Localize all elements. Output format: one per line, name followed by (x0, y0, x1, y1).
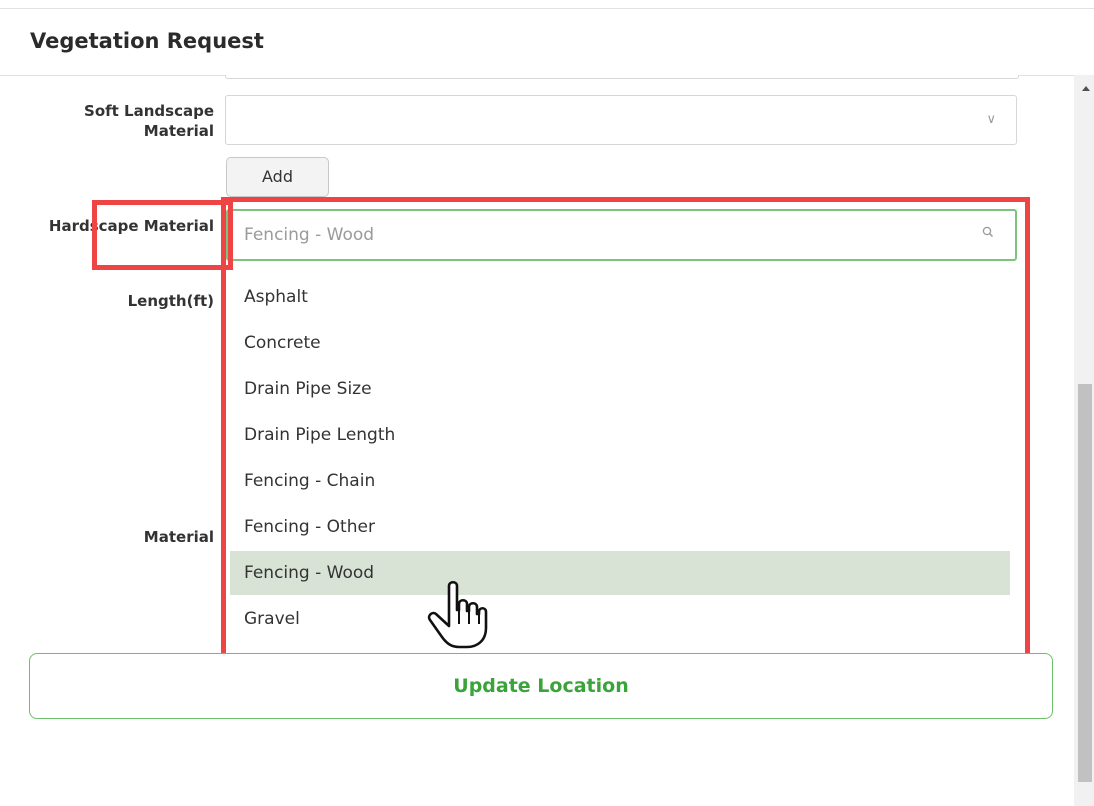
resize-grip-icon[interactable]: // (1003, 75, 1014, 76)
chevron-down-icon: ∨ (986, 112, 996, 127)
page-title: Vegetation Request (30, 29, 264, 53)
hardscape-dropdown-list: Asphalt Concrete Drain Pipe Size Drain P… (230, 273, 1014, 693)
hardscape-material-input[interactable]: Fencing - Wood (226, 209, 1017, 261)
dropdown-option-fencing-other[interactable]: Fencing - Other (230, 505, 1010, 549)
scroll-up-arrow-icon[interactable] (1082, 86, 1090, 91)
add-button[interactable]: Add (226, 157, 329, 197)
dropdown-option-gravel[interactable]: Gravel (230, 597, 1010, 641)
dropdown-option-drain-pipe-size[interactable]: Drain Pipe Size (230, 367, 1010, 411)
dropdown-option-fencing-wood[interactable]: Fencing - Wood (230, 551, 1010, 595)
hand-pointer-icon (427, 580, 488, 649)
soft-landscape-select[interactable]: ∨ (225, 95, 1017, 145)
notes-textarea[interactable]: // (225, 75, 1019, 79)
form-scroll-area: // Soft Landscape Material ∨ Add Hardsca… (0, 75, 1074, 806)
dropdown-option-fencing-chain[interactable]: Fencing - Chain (230, 459, 1010, 503)
hardscape-material-label: Hardscape Material (48, 217, 214, 235)
material-label: Material (143, 528, 214, 546)
search-icon (982, 226, 994, 238)
update-location-button[interactable]: Update Location (29, 653, 1053, 719)
dropdown-option-asphalt[interactable]: Asphalt (230, 275, 1010, 319)
hardscape-material-value: Fencing - Wood (244, 225, 375, 245)
panel-header: Vegetation Request (0, 8, 1094, 76)
soft-landscape-label: Soft Landscape Material (84, 102, 214, 140)
dropdown-option-concrete[interactable]: Concrete (230, 321, 1010, 365)
length-label: Length(ft) (127, 292, 214, 310)
vegetation-request-panel: Vegetation Request // Soft Landscape Mat… (0, 0, 1094, 806)
scrollbar-thumb[interactable] (1078, 384, 1092, 782)
dropdown-option-drain-pipe-length[interactable]: Drain Pipe Length (230, 413, 1010, 457)
